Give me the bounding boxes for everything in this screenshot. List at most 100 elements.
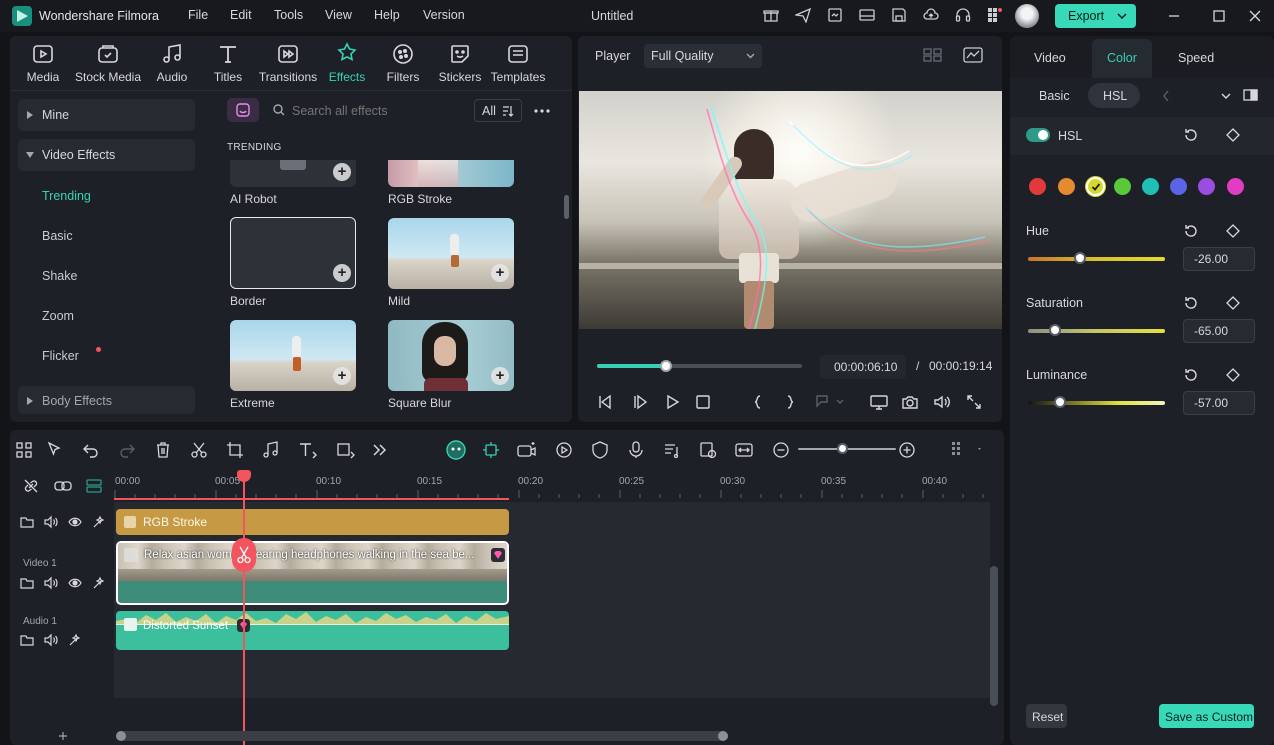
- track-visibility-icon[interactable]: [68, 515, 82, 529]
- more-tools-icon[interactable]: [371, 441, 389, 459]
- play-icon[interactable]: [664, 394, 680, 410]
- hue-value-input[interactable]: -26.00: [1183, 247, 1255, 271]
- split-scissors-handle[interactable]: [232, 538, 256, 572]
- search-effects-input[interactable]: [292, 100, 462, 122]
- track-layout-icon[interactable]: [86, 478, 102, 494]
- current-time-box[interactable]: 00:00:06:10: [820, 355, 906, 379]
- audio-track-mute-icon[interactable]: [44, 633, 58, 647]
- menu-help[interactable]: Help: [374, 8, 400, 22]
- menu-view[interactable]: View: [325, 8, 352, 22]
- quality-dropdown[interactable]: Full Quality: [644, 44, 762, 68]
- grid-view-icon[interactable]: [923, 47, 943, 63]
- menu-file[interactable]: File: [188, 8, 208, 22]
- saturation-slider-knob[interactable]: [1049, 324, 1061, 336]
- reset-hue-icon[interactable]: [1183, 223, 1199, 239]
- zoom-in-icon[interactable]: [898, 441, 916, 459]
- subcategory-basic[interactable]: Basic: [42, 229, 73, 243]
- track-lock-icon[interactable]: [20, 515, 34, 529]
- category-body-effects[interactable]: Body Effects: [18, 386, 195, 414]
- avatar[interactable]: [1015, 4, 1039, 28]
- layout-grid-icon[interactable]: [15, 441, 33, 459]
- more-options-icon[interactable]: [534, 109, 550, 113]
- fullscreen-icon[interactable]: [966, 394, 982, 410]
- snapshot-icon[interactable]: [902, 394, 918, 410]
- select-cursor-icon[interactable]: [46, 441, 64, 459]
- subcategory-shake[interactable]: Shake: [42, 269, 77, 283]
- auto-reframe-icon[interactable]: [699, 441, 717, 459]
- video-preview[interactable]: [579, 91, 1002, 329]
- saturation-value-input[interactable]: -65.00: [1183, 319, 1255, 343]
- audio-sync-icon[interactable]: [663, 441, 681, 459]
- close-icon[interactable]: [1247, 8, 1263, 24]
- reset-button[interactable]: Reset: [1026, 704, 1067, 728]
- tab-media[interactable]: Media: [8, 42, 78, 84]
- chevron-down-icon[interactable]: [1221, 92, 1231, 100]
- subtab-basic[interactable]: Basic: [1039, 89, 1070, 103]
- save-icon[interactable]: [891, 7, 907, 23]
- add-effect-square-blur-button[interactable]: +: [491, 367, 509, 385]
- zoom-out-icon[interactable]: [772, 441, 790, 459]
- subtab-hsl[interactable]: HSL: [1088, 83, 1140, 108]
- swatch-cyan[interactable]: [1142, 178, 1159, 195]
- audio-track-ai-icon[interactable]: [68, 633, 82, 647]
- audio-edit-icon[interactable]: [262, 441, 280, 459]
- text-tool-icon[interactable]: [298, 441, 317, 459]
- video-track-ai-icon[interactable]: [92, 576, 106, 590]
- redo-icon[interactable]: [118, 441, 136, 459]
- ai-snap-icon[interactable]: [482, 441, 500, 459]
- undo-icon[interactable]: [82, 441, 100, 459]
- hsl-toggle[interactable]: [1026, 128, 1050, 142]
- display-icon[interactable]: [870, 394, 888, 410]
- fit-width-icon[interactable]: [735, 441, 753, 459]
- filter-dropdown[interactable]: All: [474, 99, 522, 122]
- add-effect-border-button[interactable]: +: [333, 264, 351, 282]
- save-as-custom-button[interactable]: Save as Custom: [1159, 704, 1254, 728]
- scopes-icon[interactable]: [963, 47, 983, 63]
- luminance-slider-knob[interactable]: [1054, 396, 1066, 408]
- video-track-mute-icon[interactable]: [44, 576, 58, 590]
- gift-icon[interactable]: [763, 7, 779, 23]
- minimize-icon[interactable]: [1166, 8, 1182, 24]
- add-track-icon[interactable]: [58, 731, 68, 741]
- track-mute-icon[interactable]: [44, 515, 58, 529]
- link-unlink-icon[interactable]: [23, 478, 39, 494]
- stop-icon[interactable]: [695, 394, 711, 410]
- category-video-effects[interactable]: Video Effects: [18, 139, 195, 171]
- luminance-keyframe-icon[interactable]: [1226, 368, 1240, 382]
- mask-shield-icon[interactable]: [591, 441, 609, 459]
- split-scissors-icon[interactable]: [190, 441, 208, 459]
- add-effect-mild-button[interactable]: +: [491, 264, 509, 282]
- shape-tool-icon[interactable]: [336, 441, 355, 459]
- swatch-magenta[interactable]: [1227, 178, 1244, 195]
- hue-keyframe-icon[interactable]: [1226, 224, 1240, 238]
- swatch-purple[interactable]: [1198, 178, 1215, 195]
- reset-saturation-icon[interactable]: [1183, 295, 1199, 311]
- category-mine[interactable]: Mine: [18, 99, 195, 131]
- audio-clip[interactable]: Distorted Sunset: [116, 611, 509, 650]
- mark-out-icon[interactable]: [782, 394, 798, 410]
- tab-color[interactable]: Color: [1107, 51, 1137, 65]
- zoom-slider-knob[interactable]: [837, 443, 848, 454]
- video-track-lock-icon[interactable]: [20, 576, 34, 590]
- chevron-left-icon[interactable]: [1162, 90, 1170, 102]
- maximize-icon[interactable]: [1211, 8, 1227, 24]
- effect-thumb-rgb-stroke[interactable]: [388, 160, 514, 187]
- cloud-icon[interactable]: [923, 7, 939, 23]
- ai-face-icon[interactable]: [446, 440, 466, 460]
- audio-track-lock-icon[interactable]: [20, 633, 34, 647]
- play-step-icon[interactable]: [632, 394, 648, 410]
- menu-tools[interactable]: Tools: [274, 8, 303, 22]
- swatch-orange[interactable]: [1058, 178, 1075, 195]
- layout-icon[interactable]: [859, 7, 875, 23]
- headset-icon[interactable]: [955, 7, 971, 23]
- microphone-icon[interactable]: [627, 441, 645, 459]
- tab-stock-media[interactable]: Stock Media: [72, 42, 144, 84]
- library-scrollbar[interactable]: [564, 195, 569, 219]
- compare-view-icon[interactable]: [1243, 89, 1258, 101]
- hue-slider-knob[interactable]: [1074, 252, 1086, 264]
- luminance-slider-track[interactable]: [1028, 401, 1165, 405]
- swatch-red[interactable]: [1029, 178, 1046, 195]
- tab-speed[interactable]: Speed: [1178, 51, 1214, 65]
- send-icon[interactable]: [795, 7, 811, 23]
- track-ai-icon[interactable]: [92, 515, 106, 529]
